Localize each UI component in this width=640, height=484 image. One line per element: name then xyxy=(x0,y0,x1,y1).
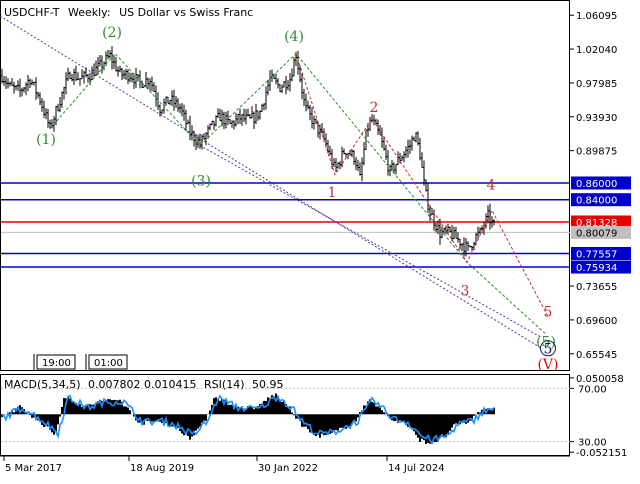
x-tick-label-1: 5 Mar 2017 xyxy=(5,463,62,474)
y-tick-label-2: 0.97985 xyxy=(576,79,617,90)
level-label-4: 0.77557 xyxy=(576,249,617,260)
wave-label-3: (4) xyxy=(284,29,304,45)
x-tick-label-3: 30 Jan 2022 xyxy=(258,463,318,474)
rsi-tick-label-1: 30.00 xyxy=(578,438,607,449)
rsi-label: RSI(14) xyxy=(204,378,244,391)
chart-root: (1) (2) (3) (4) (5) 1 2 3 4 5 5 (V) USDCHF-T Weekly… xyxy=(0,0,640,480)
y-tick-label-7: 0.65545 xyxy=(576,350,617,361)
indicator-panel-frame xyxy=(0,374,570,456)
wave-label-6: 2 xyxy=(370,100,379,116)
wave-label-5: 1 xyxy=(328,185,337,201)
rsi-value: 50.95 xyxy=(252,378,284,391)
y-tick-label-4: 0.89875 xyxy=(576,147,617,158)
y-tick-label-6: 0.69600 xyxy=(576,316,617,327)
x-tick-label-2: 18 Aug 2019 xyxy=(130,463,194,474)
time-box-1: 19:00 xyxy=(33,354,76,370)
symbol-label: USDCHF-T xyxy=(4,6,60,19)
indicator-panel: MACD(5,34,5) 0.007802 0.010415 RSI(14) 5… xyxy=(0,374,570,456)
macd-label: MACD(5,34,5) xyxy=(4,378,81,391)
wave-label-11: (V) xyxy=(537,357,558,373)
y-tick-label-5: 0.73655 xyxy=(576,282,617,293)
wave-label-0: (1) xyxy=(36,132,56,148)
level-label-0: 0.86000 xyxy=(576,179,617,190)
rsi-tick-label-0: 70.00 xyxy=(578,384,607,395)
y-tick-label-0: 1.06095 xyxy=(576,11,617,22)
time-box-1-text: 19:00 xyxy=(42,358,71,369)
time-box-2-text: 01:00 xyxy=(94,358,123,369)
timeframe-label: Weekly: xyxy=(68,6,111,19)
level-label-3: 0.80079 xyxy=(576,228,617,239)
wave-label-9: 5 xyxy=(544,305,553,321)
main-price-panel: (1)(2)(3)(4)(5)123455(V) USDCHF-T Weekly… xyxy=(0,0,570,373)
level-label-5: 0.75934 xyxy=(576,263,617,274)
chart-svg: (1)(2)(3)(4)(5)123455(V) USDCHF-T Weekly… xyxy=(0,0,640,480)
wave-label-1: (2) xyxy=(102,25,122,41)
wave-label-2: (3) xyxy=(191,174,211,190)
x-tick-label-4: 14 Jul 2024 xyxy=(388,463,445,474)
symbol-description: US Dollar vs Swiss Franc xyxy=(119,6,253,19)
ind-y-tick-label-1: -0.052151 xyxy=(576,448,627,459)
chart-title: USDCHF-T Weekly: US Dollar vs Swiss Fran… xyxy=(4,6,253,19)
macd-values: 0.007802 0.010415 xyxy=(88,378,196,391)
level-label-1: 0.84000 xyxy=(576,196,617,207)
ind-y-tick-label-0: 0.050058 xyxy=(576,374,624,385)
y-tick-label-3: 0.93930 xyxy=(576,113,617,124)
wave-label-10: 5 xyxy=(544,341,553,357)
wave-label-7: 3 xyxy=(461,284,470,300)
wave-label-8: 4 xyxy=(487,178,496,194)
main-panel-frame xyxy=(0,0,570,371)
time-box-2: 01:00 xyxy=(85,354,128,370)
y-tick-label-1: 1.02040 xyxy=(576,45,617,56)
indicator-header: MACD(5,34,5) 0.007802 0.010415 RSI(14) 5… xyxy=(4,378,283,391)
